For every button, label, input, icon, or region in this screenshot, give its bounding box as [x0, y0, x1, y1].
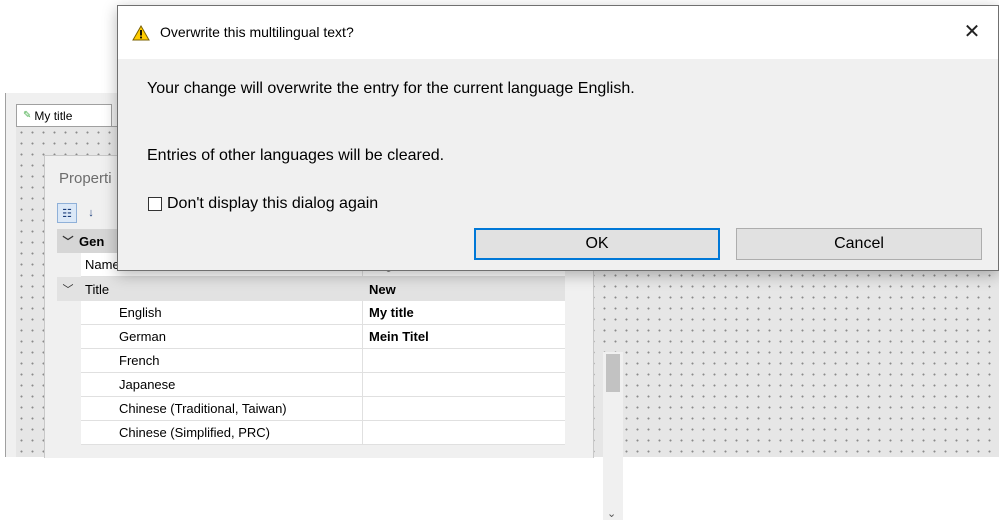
- cancel-button[interactable]: Cancel: [736, 228, 982, 260]
- row-name: Chinese (Simplified, PRC): [81, 421, 363, 445]
- row-value[interactable]: [363, 397, 565, 421]
- grid-row-german[interactable]: German Mein Titel: [57, 325, 565, 349]
- properties-title: Properti: [59, 170, 112, 187]
- dialog-message-primary: Your change will overwrite the entry for…: [147, 80, 635, 97]
- row-name: English: [81, 301, 363, 325]
- alphabetical-sort-icon[interactable]: ↓: [81, 203, 101, 223]
- row-name: German: [81, 325, 363, 349]
- checkbox-label: Don't display this dialog again: [167, 195, 379, 212]
- grid-row-chinese-traditional[interactable]: Chinese (Traditional, Taiwan): [57, 397, 565, 421]
- grid-row-japanese[interactable]: Japanese: [57, 373, 565, 397]
- chevron-down-icon[interactable]: ﹀: [57, 233, 79, 249]
- grid-row-chinese-simplified[interactable]: Chinese (Simplified, PRC): [57, 421, 565, 445]
- row-value[interactable]: [363, 421, 565, 445]
- chevron-down-icon[interactable]: ﹀: [57, 281, 79, 297]
- overwrite-dialog: Overwrite this multilingual text? ✕ Your…: [117, 5, 999, 271]
- dialog-title: Overwrite this multilingual text?: [160, 24, 354, 40]
- row-name: Title: [85, 281, 110, 297]
- row-value[interactable]: Mein Titel: [363, 325, 565, 349]
- document-tab-label: My title: [34, 108, 73, 123]
- grid-row-english[interactable]: English My title: [57, 301, 565, 325]
- row-value[interactable]: [363, 373, 565, 397]
- close-icon[interactable]: ✕: [958, 18, 986, 46]
- category-header-label: Gen: [79, 233, 105, 249]
- warning-icon: [132, 25, 150, 41]
- scroll-down-arrow-icon[interactable]: ⌄: [607, 507, 616, 520]
- grid-scrollbar[interactable]: ⌄: [603, 352, 623, 520]
- scrollbar-thumb[interactable]: [606, 354, 620, 392]
- categorized-view-icon[interactable]: ☷: [57, 203, 77, 223]
- row-value[interactable]: My title: [363, 301, 565, 325]
- dialog-message-secondary: Entries of other languages will be clear…: [147, 147, 445, 164]
- document-tab[interactable]: ✎ My title: [16, 104, 112, 126]
- dialog-titlebar: Overwrite this multilingual text? ✕: [118, 6, 998, 59]
- grid-row-french[interactable]: French: [57, 349, 565, 373]
- row-value[interactable]: [363, 349, 565, 373]
- row-name: French: [81, 349, 363, 373]
- dont-display-again-option[interactable]: Don't display this dialog again: [148, 195, 378, 213]
- row-name: Japanese: [81, 373, 363, 397]
- ok-button[interactable]: OK: [474, 228, 720, 260]
- grid-row-title[interactable]: ﹀ Title New: [57, 277, 565, 301]
- row-name: Chinese (Traditional, Taiwan): [81, 397, 363, 421]
- row-value[interactable]: New: [363, 277, 565, 301]
- dont-display-again-checkbox[interactable]: [148, 197, 162, 211]
- pencil-icon: ✎: [23, 110, 32, 121]
- properties-toolbar: ☷ ↓: [57, 203, 101, 227]
